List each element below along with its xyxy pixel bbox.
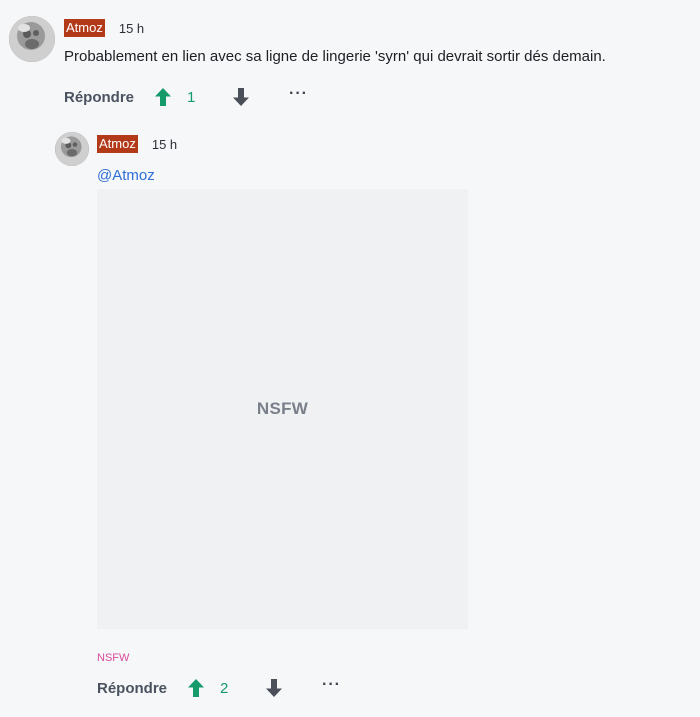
reply-button[interactable]: Répondre xyxy=(97,680,167,697)
arrow-up-icon xyxy=(155,88,172,106)
mention-link[interactable]: @Atmoz xyxy=(97,167,155,184)
timestamp[interactable]: 15 h xyxy=(152,137,177,152)
reply-button[interactable]: Répondre xyxy=(64,89,134,106)
comment-1: Atmoz 15 h Probablement en lien avec sa … xyxy=(0,0,700,115)
arrow-up-icon xyxy=(188,679,205,697)
comment-actions: Répondre 2 ··· xyxy=(97,676,341,700)
upvote-button[interactable] xyxy=(184,676,208,700)
avatar[interactable] xyxy=(9,16,55,62)
comment-2: Atmoz 15 h @Atmoz NSFW NSFW Répondre 2 ·… xyxy=(0,120,700,717)
more-options-button[interactable]: ··· xyxy=(289,86,308,105)
comment-meta: Atmoz 15 h xyxy=(64,19,144,37)
downvote-button[interactable] xyxy=(229,85,253,109)
avatar-image xyxy=(9,16,55,62)
avatar[interactable] xyxy=(55,132,89,166)
upvote-count: 1 xyxy=(187,88,196,106)
avatar-image xyxy=(55,132,89,166)
more-options-button[interactable]: ··· xyxy=(322,677,341,696)
downvote-button[interactable] xyxy=(262,676,286,700)
arrow-down-icon xyxy=(266,679,283,697)
nsfw-media-placeholder[interactable]: NSFW xyxy=(97,189,468,629)
arrow-down-icon xyxy=(233,88,250,106)
comment-actions: Répondre 1 ··· xyxy=(64,85,308,109)
nsfw-tag: NSFW xyxy=(97,652,130,664)
upvote-button[interactable] xyxy=(151,85,175,109)
username[interactable]: Atmoz xyxy=(64,19,105,37)
timestamp[interactable]: 15 h xyxy=(119,21,144,36)
upvote-count: 2 xyxy=(220,679,229,697)
comment-meta: Atmoz 15 h xyxy=(97,135,177,153)
username[interactable]: Atmoz xyxy=(97,135,138,153)
comment-text: Probablement en lien avec sa ligne de li… xyxy=(64,48,606,65)
nsfw-media-label: NSFW xyxy=(256,399,309,418)
